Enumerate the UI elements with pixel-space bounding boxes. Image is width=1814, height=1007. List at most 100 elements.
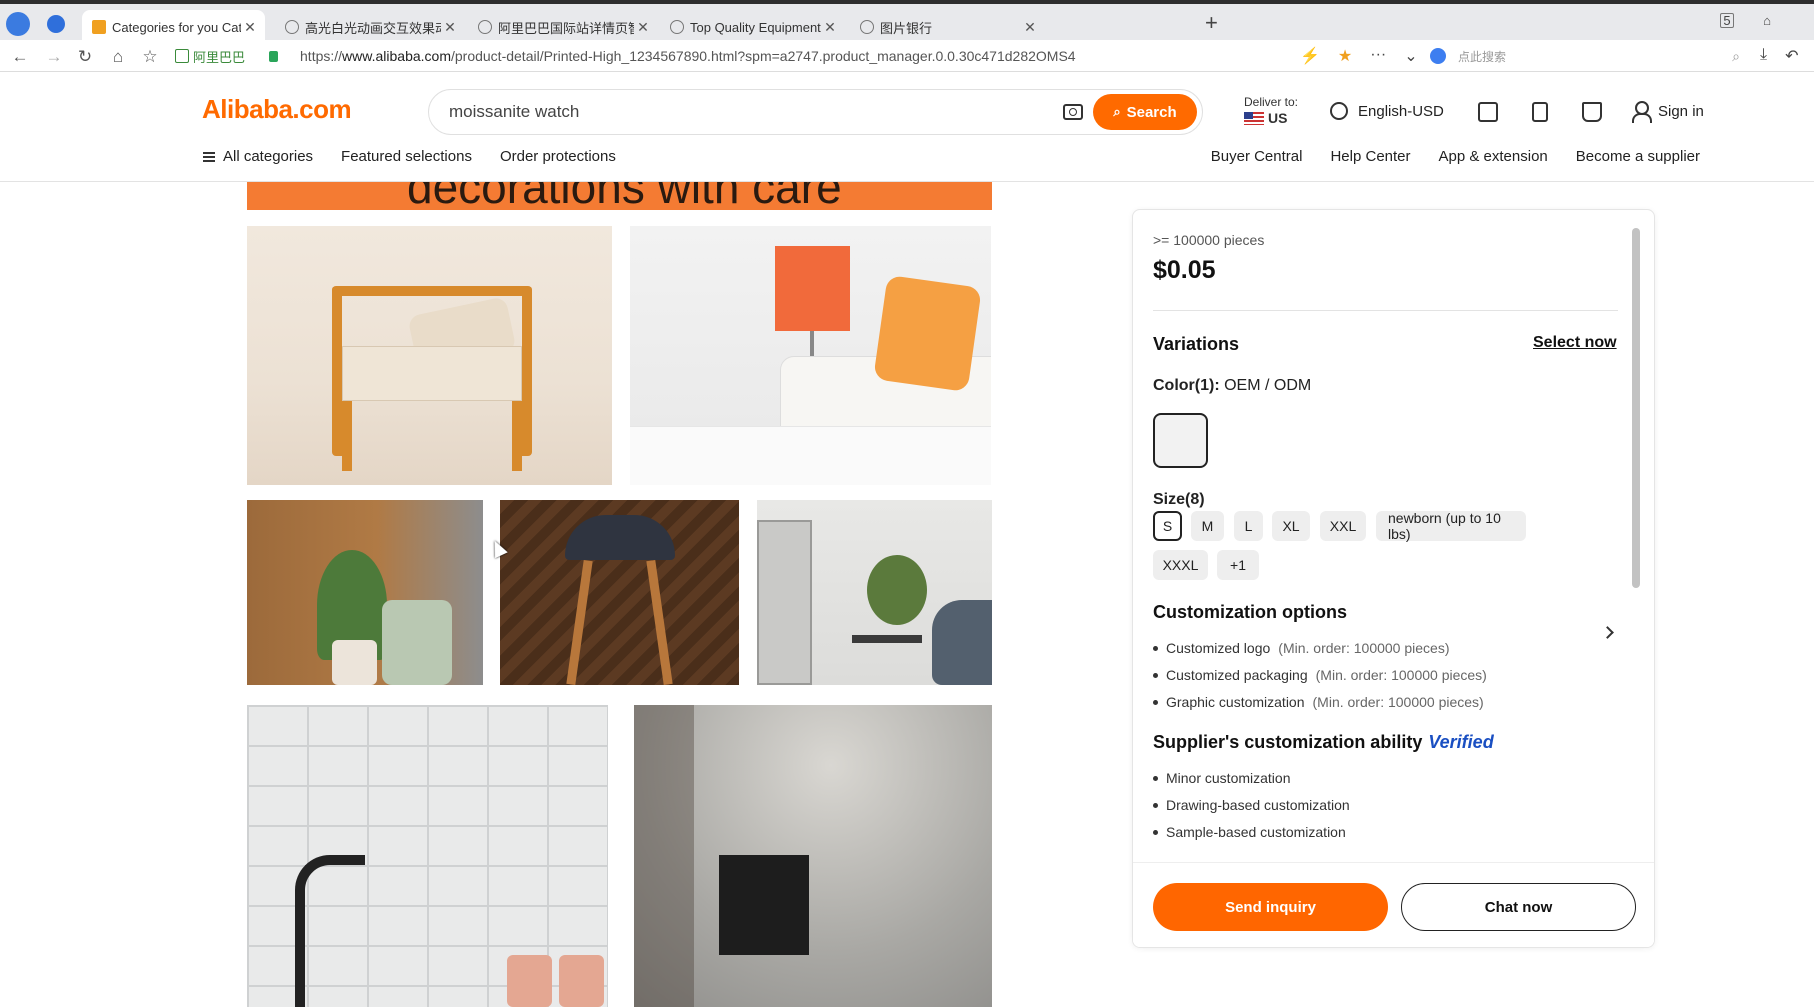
cart-icon[interactable] — [1582, 102, 1602, 122]
telegram-icon[interactable] — [47, 15, 65, 33]
supplier-ability-item: Minor customization — [1153, 770, 1291, 786]
lock-icon — [269, 50, 279, 62]
search-button[interactable]: ⌕ Search — [1093, 94, 1197, 130]
orders-icon[interactable] — [1532, 102, 1548, 122]
select-now-link[interactable]: Select now — [1533, 334, 1617, 352]
send-inquiry-button[interactable]: Send inquiry — [1153, 883, 1388, 931]
forward-icon[interactable]: → — [44, 47, 64, 67]
action-bar: Send inquiry Chat now — [1133, 862, 1654, 947]
product-image-armchair — [247, 226, 612, 485]
description-banner: decorations with care — [247, 182, 992, 210]
url-field[interactable]: 阿里巴巴 https://www.alibaba.com/product-det… — [175, 43, 1405, 69]
size-option-l[interactable]: L — [1234, 511, 1263, 541]
tab-categories[interactable]: Categories for you Categor ✕ — [82, 10, 265, 44]
size-label: Size(8) — [1153, 491, 1205, 508]
chevron-right-icon[interactable] — [1601, 626, 1614, 639]
nav-featured-selections[interactable]: Featured selections — [341, 148, 472, 165]
more-icon[interactable]: ··· — [1370, 46, 1386, 66]
size-option-xxxl[interactable]: XXXL — [1153, 550, 1208, 580]
language-selector[interactable]: English-USD — [1330, 102, 1444, 120]
product-image-floor-lamp — [634, 705, 992, 1007]
globe-icon — [1330, 102, 1348, 120]
nav-app-extension[interactable]: App & extension — [1439, 148, 1548, 165]
chat-now-button[interactable]: Chat now — [1401, 883, 1636, 931]
user-icon — [1632, 101, 1652, 123]
nav-order-protections[interactable]: Order protections — [500, 148, 616, 165]
size-option-s[interactable]: S — [1153, 511, 1182, 541]
tab-count-icon[interactable]: 5 — [1720, 13, 1734, 28]
browser-logo-icon[interactable] — [6, 12, 30, 36]
close-tab-icon[interactable]: ✕ — [634, 19, 652, 36]
alibaba-logo[interactable]: Alibaba.com — [202, 94, 352, 125]
color-label: Color(1): OEM / ODM — [1153, 377, 1312, 394]
lightning-icon[interactable]: ⚡ — [1300, 46, 1320, 66]
reload-icon[interactable]: ↻ — [75, 47, 95, 67]
product-image-kitchen-faucet — [247, 705, 608, 1007]
site-header: Alibaba.com moissanite watch ⌕ Search De… — [0, 72, 1814, 182]
favorites-icon[interactable]: ☆ — [140, 47, 160, 67]
color-swatch-oem-odm[interactable] — [1153, 413, 1208, 468]
tab-3[interactable]: 阿里巴巴国际站详情页智能版 ✕ — [468, 10, 658, 44]
supplier-ability-item: Sample-based customization — [1153, 824, 1346, 840]
nav-become-supplier[interactable]: Become a supplier — [1576, 148, 1700, 165]
globe-favicon-icon — [478, 20, 492, 34]
home-icon[interactable]: ⌂ — [108, 47, 128, 67]
new-tab-button[interactable]: + — [1205, 12, 1218, 34]
site-identity[interactable]: 阿里巴巴 — [175, 47, 245, 66]
sign-in-link[interactable]: Sign in — [1632, 101, 1704, 123]
us-flag-icon — [1244, 111, 1264, 125]
search-input[interactable]: moissanite watch — [449, 102, 1063, 122]
size-option-xxl[interactable]: XXL — [1320, 511, 1366, 541]
secondary-nav: Buyer Central Help Center App & extensio… — [1211, 148, 1700, 165]
messages-icon[interactable] — [1478, 102, 1498, 122]
site-badge-icon — [175, 49, 189, 63]
product-image-side-table — [757, 500, 992, 685]
address-bar: ← → ↻ ⌂ ☆ 阿里巴巴 https://www.alibaba.com/p… — [0, 40, 1814, 72]
download-icon[interactable]: ⤓ — [1760, 46, 1767, 66]
tab-4[interactable]: Top Quality Equipment Indo ✕ — [660, 10, 845, 44]
panel-scrollbar[interactable] — [1632, 228, 1640, 588]
gift-icon[interactable]: ⌂ — [1760, 13, 1774, 28]
size-option-newborn[interactable]: newborn (up to 10 lbs) — [1376, 510, 1526, 542]
product-image-bar-stool — [500, 500, 739, 685]
variations-title: Variations — [1153, 334, 1240, 354]
window-controls: 5 ⌂ — [1720, 13, 1774, 28]
supplier-customization-title: Supplier's customization ability Verified — [1153, 732, 1494, 752]
address-actions: ⚡ ★ ··· ⌄ — [1300, 46, 1418, 66]
browser-search-box[interactable]: 点此搜索 ⌕ — [1430, 44, 1740, 68]
primary-nav: All categories Featured selections Order… — [203, 148, 616, 165]
deliver-to[interactable]: Deliver to: US — [1244, 94, 1298, 126]
size-option-more[interactable]: +1 — [1217, 550, 1259, 580]
tab-5[interactable]: 图片银行 ✕ — [850, 10, 1045, 44]
customization-item: Customized packaging (Min. order: 100000… — [1153, 667, 1487, 683]
customization-item: Graphic customization (Min. order: 10000… — [1153, 694, 1484, 710]
customization-options-title[interactable]: Customization options — [1153, 602, 1347, 623]
alibaba-favicon-icon — [92, 20, 106, 34]
close-tab-icon[interactable]: ✕ — [821, 19, 839, 36]
chevron-down-icon[interactable]: ⌄ — [1404, 46, 1417, 66]
unit-price: $0.05 — [1153, 256, 1216, 284]
search-icon[interactable]: ⌕ — [1732, 48, 1740, 65]
menu-icon — [203, 152, 215, 163]
globe-favicon-icon — [285, 20, 299, 34]
close-tab-icon[interactable]: ✕ — [241, 19, 259, 36]
size-option-m[interactable]: M — [1191, 511, 1224, 541]
camera-icon[interactable] — [1063, 104, 1083, 120]
star-icon[interactable]: ★ — [1338, 46, 1352, 66]
product-image-cabinet-plant — [247, 500, 483, 685]
browser-tools: ⤓ ↶ — [1760, 46, 1798, 66]
divider — [1153, 310, 1618, 311]
customization-item: Customized logo (Min. order: 100000 piec… — [1153, 640, 1449, 656]
min-order-quantity: >= 100000 pieces — [1153, 232, 1265, 248]
close-tab-icon[interactable]: ✕ — [441, 19, 459, 36]
nav-help-center[interactable]: Help Center — [1330, 148, 1410, 165]
close-tab-icon[interactable]: ✕ — [1021, 19, 1039, 36]
nav-all-categories[interactable]: All categories — [203, 148, 313, 165]
supplier-ability-item: Drawing-based customization — [1153, 797, 1350, 813]
search-icon: ⌕ — [1113, 104, 1121, 119]
undo-icon[interactable]: ↶ — [1785, 46, 1798, 66]
back-icon[interactable]: ← — [10, 47, 30, 67]
size-option-xl[interactable]: XL — [1272, 511, 1310, 541]
nav-buyer-central[interactable]: Buyer Central — [1211, 148, 1303, 165]
tab-2[interactable]: 高光白光动画交互效果动画白 ✕ — [275, 10, 465, 44]
